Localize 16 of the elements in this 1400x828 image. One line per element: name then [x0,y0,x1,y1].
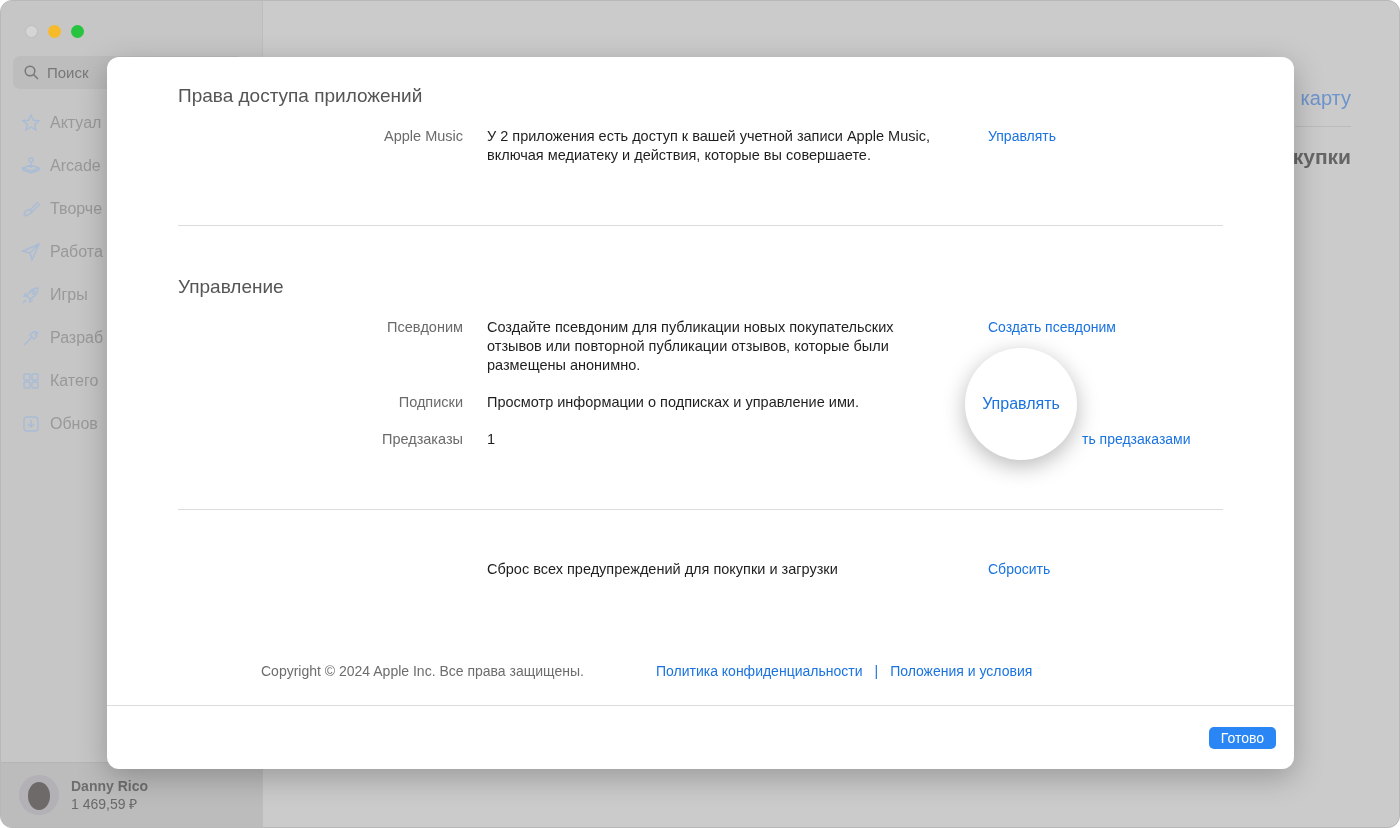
row-description: Создайте псевдоним для публикации новых покупательских отзывов или повторной публикации отзывов, которые были размещены анонимно. [487,319,894,373]
row-description: 1 [487,431,496,447]
row-description: Сброс всех предупреждений для покупки и загрузки [487,561,838,577]
row-label: Псевдоним [387,319,463,335]
account-name: Danny Rico [71,777,148,794]
row-label: Предзаказы [381,431,463,447]
account-balance: 1 469,59 ₽ [71,794,139,813]
background-heading: купки [1292,145,1351,169]
link-separator: | [874,663,879,679]
row-description: У 2 приложения есть доступ к вашей учетной записи Apple Music, включая медиатеку и действия, которые вы совершаете. [487,128,930,163]
row-label: Подписки [398,394,463,410]
copyright-text: Copyright © 2024 Apple Inc. Все права защищены. [261,663,584,679]
section-heading: Управление [178,276,285,298]
row-description: Просмотр информации о подписках и управление ими. [487,394,859,410]
section-heading: Права доступа приложений [178,85,424,107]
row-label: Apple Music [384,128,463,144]
